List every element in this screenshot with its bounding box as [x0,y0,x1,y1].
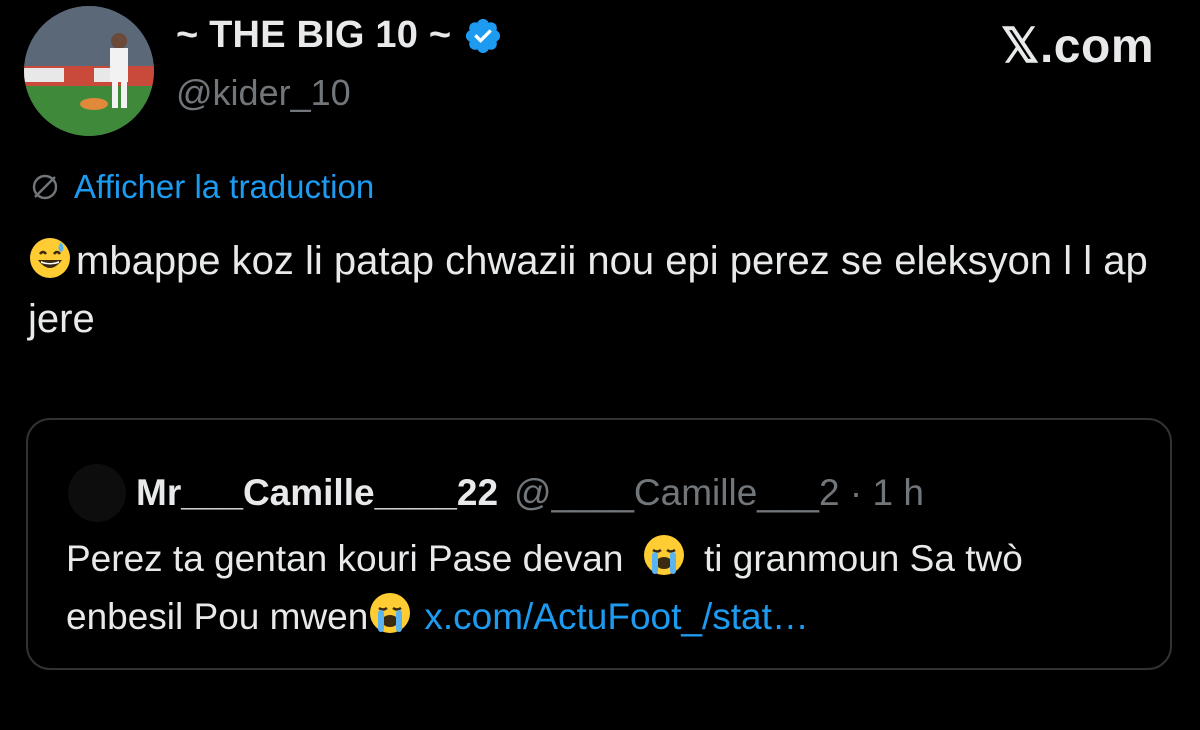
quoted-tweet-link[interactable]: x.com/ActuFoot_/stat… [424,596,809,637]
display-name[interactable]: ~ THE BIG 10 ~ [176,14,451,57]
translate-globe-icon [32,174,58,200]
loudly-crying-face-icon [643,535,684,575]
profile-handle[interactable]: @kider_10 [176,72,351,114]
quoted-tweet-header: Mr___Camille____22 @____Camille___2 · 1 … [68,464,924,522]
grinning-face-with-sweat-icon [30,238,70,278]
profile-avatar[interactable] [24,6,154,136]
quoted-tweet-name[interactable]: Mr___Camille____22 [136,472,498,514]
quoted-tweet-handle-time: @____Camille___2 · 1 h [514,472,924,513]
translate-row[interactable]: Afficher la traduction [30,168,374,206]
quoted-tweet-text-part1: Perez ta gentan kouri Pase devan [66,538,624,579]
profile-name-row[interactable]: ~ THE BIG 10 ~ [176,14,503,57]
tweet-body-text: mbappe koz li patap chwazii nou epi pere… [28,239,1148,341]
verified-badge-icon [466,18,501,53]
loudly-crying-face-icon [370,593,411,633]
quoted-tweet-card[interactable]: Mr___Camille____22 @____Camille___2 · 1 … [26,418,1172,670]
brand-watermark: 𝕏.com [1000,20,1154,73]
tweet-text: mbappe koz li patap chwazii nou epi pere… [28,232,1158,348]
quoted-tweet-avatar[interactable] [68,464,126,522]
translate-link[interactable]: Afficher la traduction [74,168,374,206]
quoted-tweet-text: Perez ta gentan kouri Pase devan ti gran… [66,530,1146,646]
